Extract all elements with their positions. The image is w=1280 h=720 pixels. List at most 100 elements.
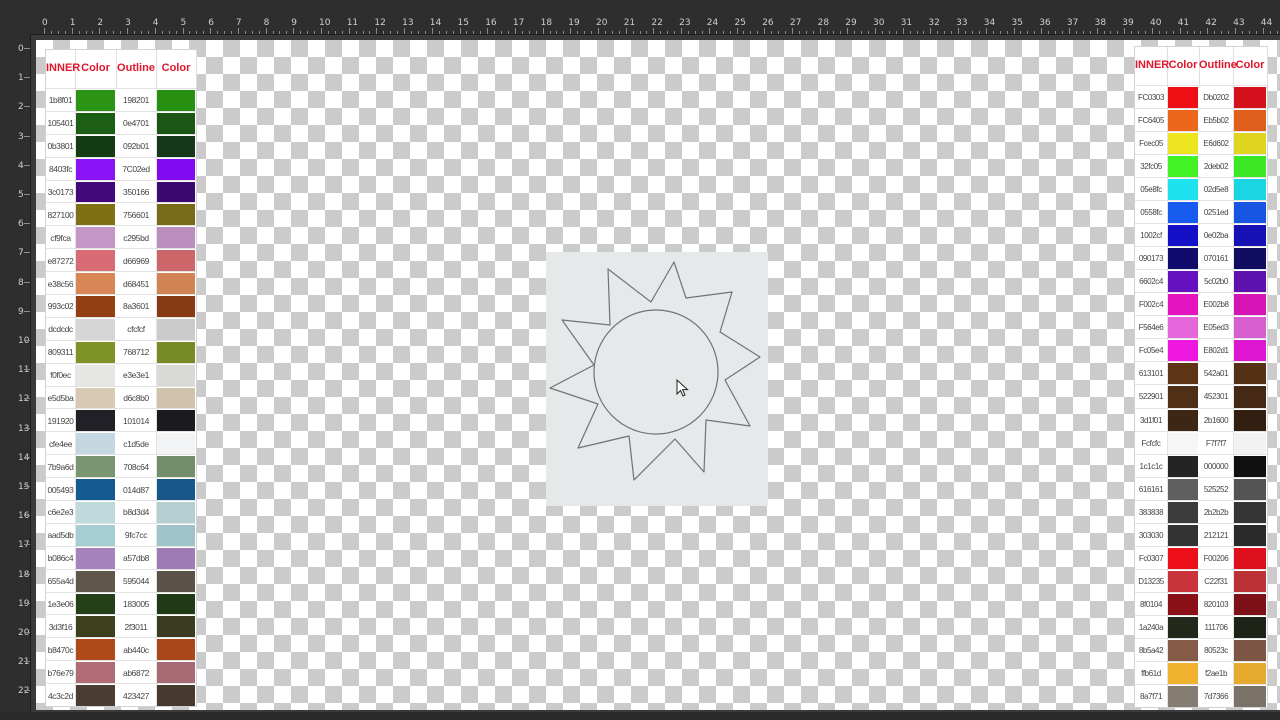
ruler-tick (404, 28, 406, 34)
inner-hex-code: 8f0104 (1135, 592, 1168, 616)
ruler-top-label: 25 (734, 18, 746, 28)
ruler-minor-tick (722, 31, 724, 34)
ruler-minor-tick (701, 31, 703, 34)
ruler-top-label: 15 (457, 18, 469, 28)
outline-hex-code: 768712 (116, 340, 157, 364)
ruler-left-label: 19 (18, 598, 30, 609)
inner-hex-code: 383838 (1135, 500, 1168, 524)
outline-hex-code: C22f31 (1199, 569, 1234, 593)
outline-color-swatch (157, 639, 195, 661)
ruler-minor-tick (1110, 31, 1112, 34)
ruler-minor-tick (362, 31, 364, 34)
ruler-minor-tick (535, 31, 537, 34)
right-palette-row: Fc05e4 E802d1 (1135, 338, 1267, 363)
ruler-minor-tick (230, 31, 232, 34)
right-palette-row: 1a240a 111706 (1135, 614, 1267, 639)
outline-color-swatch (157, 524, 195, 546)
ruler-tick (764, 28, 766, 34)
ruler-minor-tick (632, 31, 634, 34)
ruler-tick (24, 544, 30, 546)
ruler-minor-tick (168, 31, 170, 34)
inner-hex-code: Fc05e4 (1135, 339, 1168, 363)
sun-outline-drawing[interactable] (546, 252, 768, 506)
ruler-minor-tick (369, 31, 371, 34)
inner-hex-code: 827100 (46, 203, 76, 227)
inner-color-swatch (76, 479, 115, 500)
ruler-left-label: 5 (18, 190, 24, 200)
left-palette-row: 827100 756601 (46, 202, 196, 227)
ruler-minor-tick (1221, 31, 1223, 34)
outline-hex-code: 2b1600 (1199, 408, 1234, 432)
inner-color-swatch (1168, 110, 1198, 132)
outline-hex-code: 5c02b0 (1199, 270, 1234, 294)
ruler-top-label: 17 (512, 18, 525, 28)
inner-hex-code: 32fc05 (1135, 155, 1168, 179)
ruler-minor-tick (452, 31, 454, 34)
ruler-top-label: 4 (152, 18, 159, 28)
ruler-minor-tick (805, 31, 807, 34)
outline-hex-code: 101014 (116, 409, 157, 433)
ruler-minor-tick (1276, 31, 1278, 34)
ruler-minor-tick (355, 31, 357, 34)
right-palette-row: 8b5a42 80523c (1135, 637, 1267, 662)
ruler-left-label: 16 (18, 511, 30, 522)
ruler-minor-tick (840, 31, 842, 34)
inner-color-swatch (76, 181, 115, 203)
ruler-left-label: 1 (18, 73, 24, 84)
inner-hex-code: 3c0173 (46, 180, 76, 204)
inner-hex-code: Fcec05 (1135, 132, 1168, 156)
outline-color-swatch (157, 296, 195, 317)
ruler-minor-tick (528, 31, 530, 34)
ruler-top-label: 34 (983, 18, 996, 28)
ruler-tick (24, 398, 30, 400)
ruler-minor-tick (611, 31, 613, 34)
ruler-top-label: 14 (429, 18, 442, 28)
ruler-top-label: 40 (1150, 18, 1162, 28)
outline-hex-code: E05ed3 (1199, 316, 1234, 340)
ruler-minor-tick (971, 31, 973, 34)
ruler-horizontal[interactable]: 0 1 2 3 4 5 6 7 8 9 10 11 12 13 14 15 16 17 18 19 20 21 22 23 24… (0, 0, 1280, 35)
ruler-vertical[interactable]: 0 1 2 3 4 5 6 7 8 9 10 11 12 13 14 15 16 17 18 19 20 21 22 (0, 34, 31, 720)
outline-color-swatch (157, 158, 195, 180)
left-palette-row: 3c0173 350166 (46, 179, 196, 204)
outline-color-swatch (1234, 340, 1266, 362)
ruler-tick (71, 28, 73, 34)
inner-hex-code: 3d3f16 (46, 615, 76, 639)
right-palette-row: 303030 212121 (1135, 522, 1267, 547)
outline-hex-code: 452301 (1199, 385, 1234, 409)
ruler-tick (1096, 28, 1098, 34)
ruler-minor-tick (868, 31, 869, 34)
outline-color-swatch (1234, 363, 1266, 385)
ruler-minor-tick (916, 31, 918, 34)
outline-color-swatch (157, 364, 195, 386)
ruler-top-label: 24 (706, 18, 719, 28)
inner-color-swatch (76, 593, 115, 615)
inner-hex-code: 1002cf (1135, 224, 1168, 248)
ruler-top-label: 22 (651, 18, 663, 28)
inner-color-swatch (76, 204, 115, 226)
ruler-minor-tick (1200, 31, 1202, 34)
ruler-tick (24, 194, 30, 195)
outline-color-swatch (1234, 662, 1266, 684)
ruler-left-label: 22 (18, 686, 30, 697)
ruler-top-label: 16 (485, 18, 497, 28)
inner-hex-code: 1c1c1c (1135, 454, 1168, 478)
inner-hex-code: b086c4 (46, 546, 76, 570)
sun-artboard[interactable] (546, 252, 768, 506)
ruler-tick (902, 28, 904, 34)
outline-hex-code: F00206 (1199, 546, 1234, 570)
outline-hex-code: e3e3e1 (116, 363, 157, 387)
ruler-minor-tick (965, 31, 966, 34)
inner-hex-code: b76e79 (46, 661, 76, 685)
ruler-minor-tick (1186, 31, 1188, 34)
outline-hex-code: 02d5e8 (1199, 178, 1234, 202)
ruler-tick (24, 77, 30, 79)
outline-color-swatch (157, 227, 195, 249)
ruler-tick (459, 28, 461, 34)
inner-color-swatch (76, 639, 115, 661)
inner-hex-code: 303030 (1135, 523, 1168, 547)
ruler-minor-tick (50, 31, 52, 34)
outline-hex-code: 7d7366 (1199, 684, 1234, 708)
ruler-minor-tick (784, 31, 786, 34)
ruler-tick (542, 28, 544, 34)
